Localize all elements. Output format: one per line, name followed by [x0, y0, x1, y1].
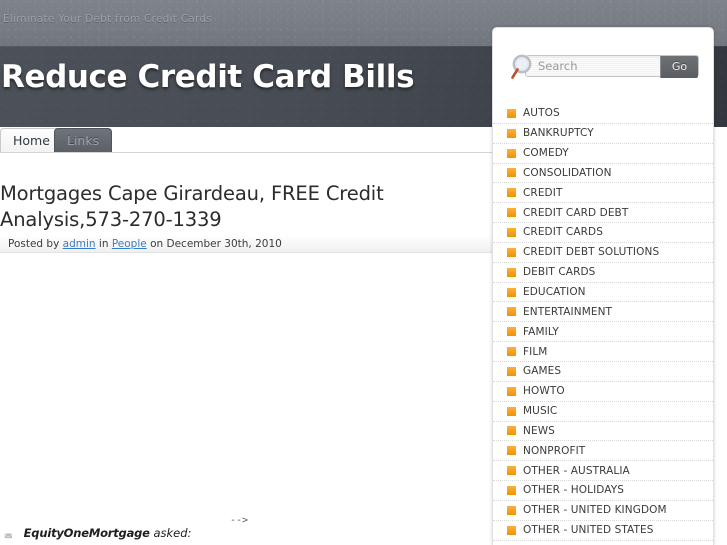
category-item[interactable]: DEBIT CARDS — [493, 263, 713, 283]
search-icon — [509, 53, 537, 81]
bullet-square-icon — [507, 148, 516, 158]
category-label: OTHER - AUSTRALIA — [523, 464, 630, 477]
category-item[interactable]: GAMES — [493, 362, 713, 382]
category-item[interactable]: OTHER - UNITED KINGDOM — [493, 501, 713, 521]
category-label: FILM — [523, 345, 548, 358]
bullet-square-icon — [507, 188, 516, 198]
category-label: CREDIT CARDS — [523, 226, 603, 239]
post-author-link[interactable]: admin — [63, 238, 96, 250]
bullet-square-icon — [507, 406, 516, 416]
bullet-square-icon — [507, 267, 516, 277]
bullet-square-icon — [507, 247, 516, 257]
bullet-square-icon — [507, 208, 516, 218]
nav-tab-links[interactable]: Links — [54, 128, 113, 152]
bullet-square-icon — [507, 386, 516, 396]
category-label: CONSOLIDATION — [523, 166, 612, 179]
page-root: Eliminate Your Debt from Credit Cards Re… — [0, 0, 727, 545]
category-item[interactable]: NEWS — [493, 422, 713, 442]
bullet-square-icon — [507, 366, 516, 376]
site-title: Reduce Credit Card Bills — [1, 59, 415, 95]
category-item[interactable]: OTHER - UNITED STATES — [493, 521, 713, 541]
bullet-square-icon — [507, 446, 516, 456]
category-label: OTHER - UNITED STATES — [523, 524, 654, 537]
bullet-square-icon — [507, 327, 516, 337]
post-meta-prefix: Posted by — [8, 238, 60, 250]
post-date: December 30th, 2010 — [166, 238, 282, 250]
category-item[interactable]: CREDIT CARD DEBT — [493, 203, 713, 224]
post-meta: Posted by admin in People on December 30… — [0, 235, 492, 253]
bullet-square-icon — [507, 168, 516, 178]
category-label: MUSIC — [523, 405, 558, 418]
category-label: EDUCATION — [523, 286, 586, 299]
category-item[interactable]: PEOPLE — [493, 541, 713, 545]
category-label: CREDIT CARD DEBT — [523, 206, 629, 219]
bullet-square-icon — [507, 108, 516, 118]
category-item[interactable]: EDUCATION — [493, 283, 713, 303]
bullet-square-icon — [507, 128, 516, 138]
category-label: CREDIT — [523, 186, 563, 199]
post-meta-in: in — [98, 238, 109, 250]
category-item[interactable]: CREDIT DEBT SOLUTIONS — [493, 243, 713, 263]
category-item[interactable]: CREDIT CARDS — [493, 223, 713, 243]
bullet-square-icon — [507, 227, 516, 237]
bullet-square-icon — [507, 307, 516, 317]
asker-name: EquityOneMortgage — [23, 526, 150, 540]
search-input[interactable]: Search Go — [525, 55, 699, 78]
category-label: FAMILY — [523, 325, 559, 338]
html-comment-artifact: --> — [230, 515, 249, 526]
category-item[interactable]: MUSIC — [493, 402, 713, 422]
category-label: HOWTO — [523, 385, 565, 398]
category-item[interactable]: OTHER - HOLIDAYS — [493, 481, 713, 501]
category-item[interactable]: AUTOS — [493, 104, 713, 124]
asker-verb: asked: — [153, 526, 192, 540]
bullet-square-icon — [507, 426, 516, 436]
category-item[interactable]: BANKRUPTCY — [493, 124, 713, 144]
post-body-asker-line: ◛ EquityOneMortgage asked: — [4, 526, 424, 540]
bullet-square-icon — [507, 466, 516, 476]
bullet-glyph-icon: ◛ — [4, 528, 13, 539]
bullet-square-icon — [507, 485, 516, 495]
post-title: Mortgages Cape Girardeau, FREE Credit An… — [0, 182, 384, 231]
site-tagline: Eliminate Your Debt from Credit Cards — [3, 13, 213, 25]
category-label: BANKRUPTCY — [523, 127, 594, 140]
category-item[interactable]: CONSOLIDATION — [493, 164, 713, 184]
post-meta-on: on — [150, 238, 164, 250]
category-item[interactable]: NONPROFIT — [493, 441, 713, 462]
category-label: OTHER - UNITED KINGDOM — [523, 504, 667, 517]
category-label: NONPROFIT — [523, 444, 586, 457]
bullet-square-icon — [507, 347, 516, 357]
category-list: AUTOS BANKRUPTCY COMEDY CONSOLIDATION CREDIT… — [493, 104, 713, 545]
post-category-link[interactable]: People — [112, 238, 147, 250]
bullet-square-icon — [507, 287, 516, 297]
category-item[interactable]: HOWTO — [493, 382, 713, 402]
category-item[interactable]: OTHER - AUSTRALIA — [493, 461, 713, 482]
search-placeholder: Search — [538, 59, 578, 73]
category-label: AUTOS — [523, 107, 560, 120]
category-label: OTHER - HOLIDAYS — [523, 484, 625, 497]
category-item[interactable]: ENTERTAINMENT — [493, 302, 713, 323]
category-label: CREDIT DEBT SOLUTIONS — [523, 246, 660, 259]
primary-nav: Home Links — [0, 128, 492, 152]
category-item[interactable]: FILM — [493, 342, 713, 362]
category-label: GAMES — [523, 365, 562, 378]
category-label: COMEDY — [523, 147, 569, 160]
main-content: Mortgages Cape Girardeau, FREE Credit An… — [0, 152, 492, 545]
sidebar-search: Search Go — [509, 54, 699, 79]
bullet-square-icon — [507, 525, 516, 535]
category-label: DEBIT CARDS — [523, 266, 596, 279]
category-label: NEWS — [523, 424, 555, 437]
bullet-square-icon — [507, 505, 516, 515]
category-item[interactable]: CREDIT — [493, 183, 713, 204]
category-item[interactable]: FAMILY — [493, 322, 713, 343]
category-label: ENTERTAINMENT — [523, 305, 613, 318]
sidebar-panel: Search Go AUTOS BANKRUPTCY COMEDY CONSOLIDA… — [492, 27, 714, 545]
search-go-button[interactable]: Go — [660, 56, 698, 78]
category-item[interactable]: COMEDY — [493, 144, 713, 164]
